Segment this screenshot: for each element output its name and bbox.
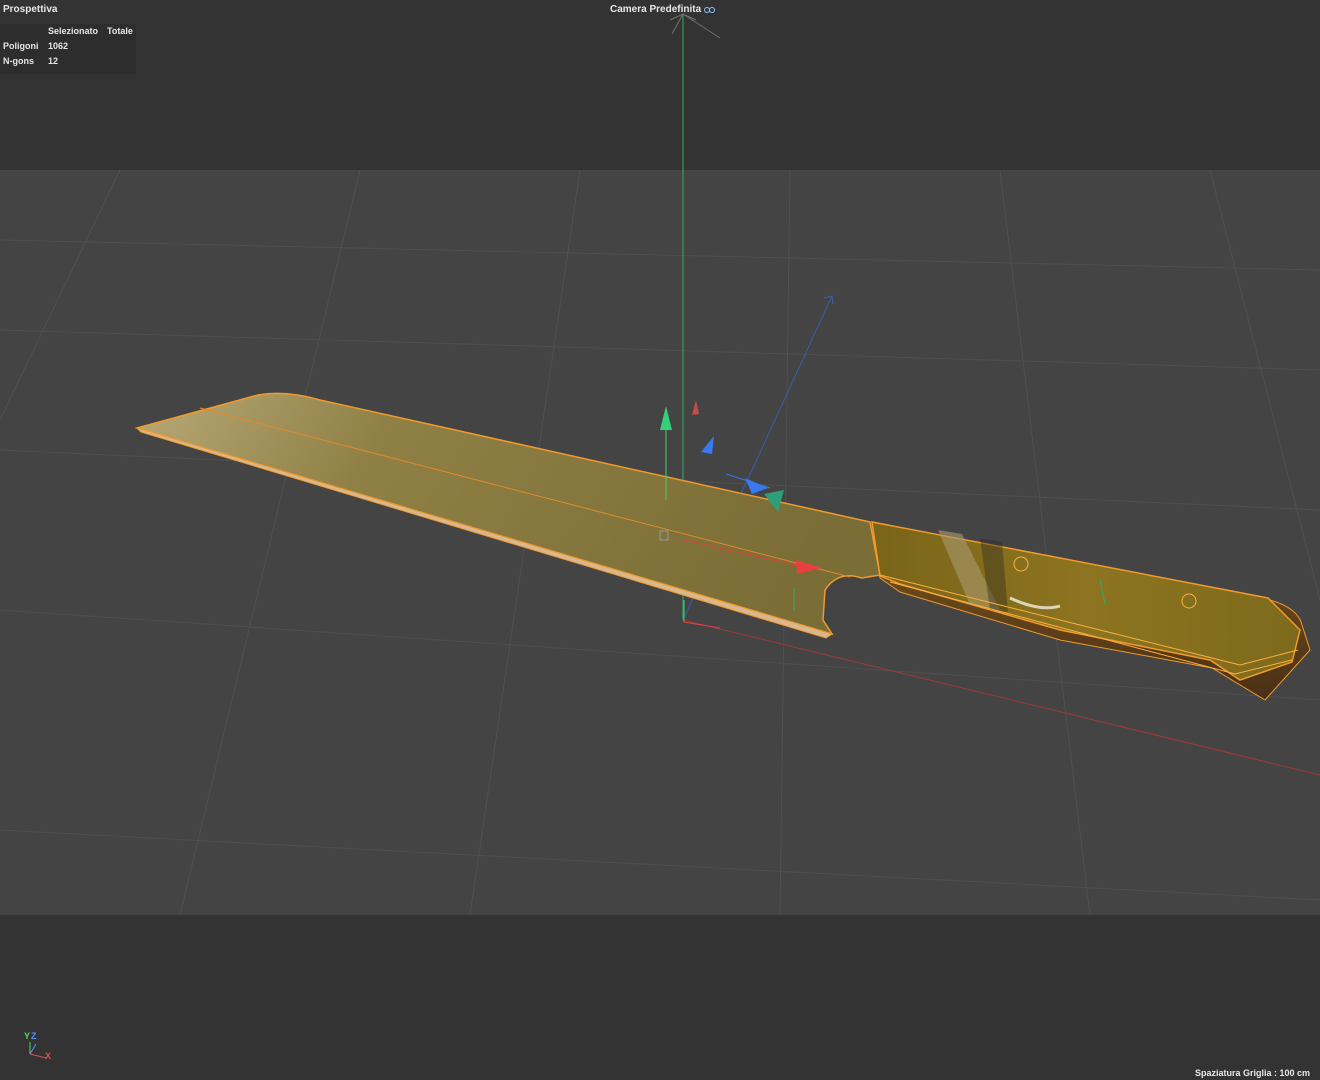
stats-row-ngons: N-gons 12 bbox=[0, 54, 133, 69]
stats-label: N-gons bbox=[3, 56, 34, 66]
stats-value: 1062 bbox=[48, 41, 69, 51]
axis-z-label: Z bbox=[31, 1031, 37, 1041]
view-name-label[interactable]: Prospettiva bbox=[3, 4, 57, 15]
axis-y-label: Y bbox=[24, 1031, 31, 1041]
camera-icon bbox=[704, 6, 716, 14]
stats-row-polygons: Poligoni 1062 bbox=[0, 39, 133, 54]
sky-band bbox=[0, 0, 1320, 170]
stats-label: Poligoni bbox=[3, 41, 39, 51]
grid-spacing-label: Spaziatura Griglia : 100 cm bbox=[1194, 1068, 1310, 1078]
bottom-band bbox=[0, 915, 1320, 1080]
scene-stats-panel: Selezionato Totale Poligoni 1062 N-gons … bbox=[0, 24, 136, 74]
camera-label: Camera Predefinita bbox=[610, 4, 702, 15]
stats-header-total: Totale bbox=[107, 26, 133, 36]
stats-header-blank bbox=[0, 24, 45, 39]
stats-value: 12 bbox=[48, 56, 59, 66]
stats-header-selected: Selezionato bbox=[48, 26, 99, 36]
3d-viewport[interactable]: Prospettiva Camera Predefinita Seleziona… bbox=[0, 0, 1320, 1080]
stats-header-row: Selezionato Totale bbox=[0, 24, 133, 39]
axis-orientation-indicator: Y Z X bbox=[20, 1028, 60, 1068]
axis-x-label: X bbox=[45, 1051, 52, 1061]
camera-selector[interactable]: Camera Predefinita bbox=[610, 4, 716, 15]
scene-canvas[interactable] bbox=[0, 0, 1320, 1080]
